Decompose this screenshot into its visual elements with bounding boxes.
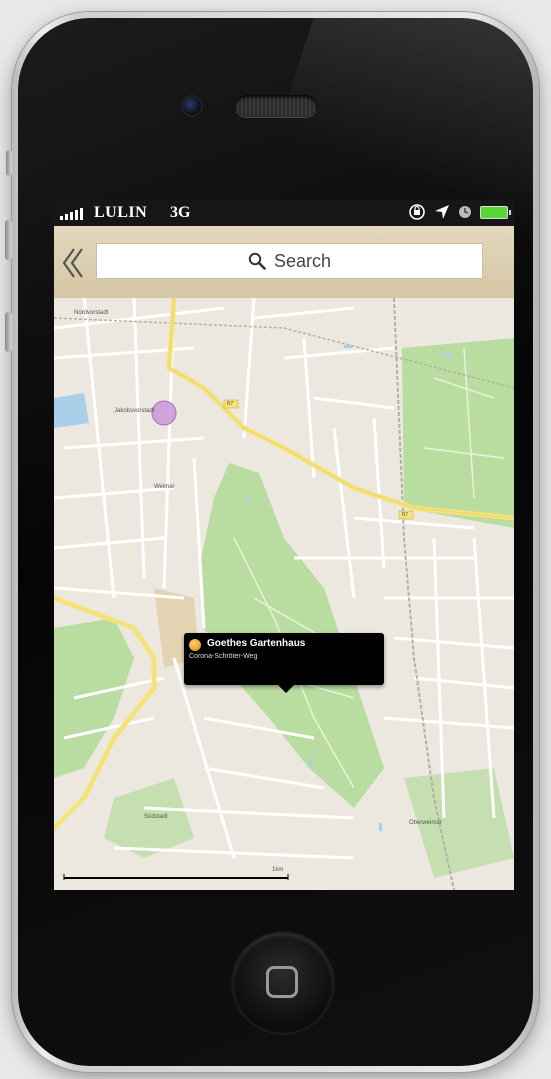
- map-view[interactable]: Nordvorstadt Jakobsvorstadt Weimar Südst…: [54, 295, 514, 890]
- map-label-nordvorstadt: Nordvorstadt: [74, 310, 109, 316]
- double-chevron-left-icon: [62, 248, 83, 278]
- signal-icon: [60, 208, 83, 220]
- battery-icon: [480, 205, 511, 219]
- earpiece-speaker: [235, 95, 317, 117]
- alarm-icon: [459, 206, 471, 218]
- carrier-name: LULIN: [94, 204, 148, 221]
- map-label-jakobsvorstadt: Jakobsvorstadt: [114, 408, 155, 414]
- home-button[interactable]: [233, 933, 333, 1033]
- location-callout[interactable]: Goethes Gartenhaus Corona-Schröter-Weg: [184, 633, 384, 693]
- phone-screen: LULIN 3G Search Nordvorstadt Jakobsvorst…: [54, 200, 514, 890]
- callout-subtitle: Corona-Schröter-Weg: [189, 653, 258, 660]
- map-canvas: [54, 295, 514, 890]
- navigation-bar: Search: [54, 226, 514, 298]
- map-label-weimar: Weimar: [154, 484, 175, 490]
- scale-label: 1km: [272, 867, 284, 873]
- volume-up-button: [5, 220, 12, 260]
- rotation-lock-icon: [409, 204, 425, 220]
- home-square-icon: [266, 966, 298, 998]
- search-icon: [248, 252, 266, 270]
- network-type: 3G: [170, 204, 191, 221]
- road-shield-b7: B7: [227, 401, 234, 407]
- front-camera: [183, 97, 201, 115]
- status-bar: LULIN 3G: [54, 200, 514, 226]
- back-button[interactable]: [60, 246, 90, 280]
- map-label-suedstadt: Südstadt: [144, 814, 168, 820]
- search-input[interactable]: Search: [96, 243, 483, 279]
- map-label-oberweimar: Oberweimar: [409, 820, 442, 826]
- callout-title: Goethes Gartenhaus: [207, 638, 306, 649]
- place-icon: [189, 639, 201, 651]
- road-shield-b7: B7: [402, 512, 409, 518]
- mute-switch: [6, 150, 12, 176]
- volume-down-button: [5, 312, 12, 352]
- search-placeholder: Search: [273, 250, 332, 271]
- location-arrow-icon: [435, 205, 449, 219]
